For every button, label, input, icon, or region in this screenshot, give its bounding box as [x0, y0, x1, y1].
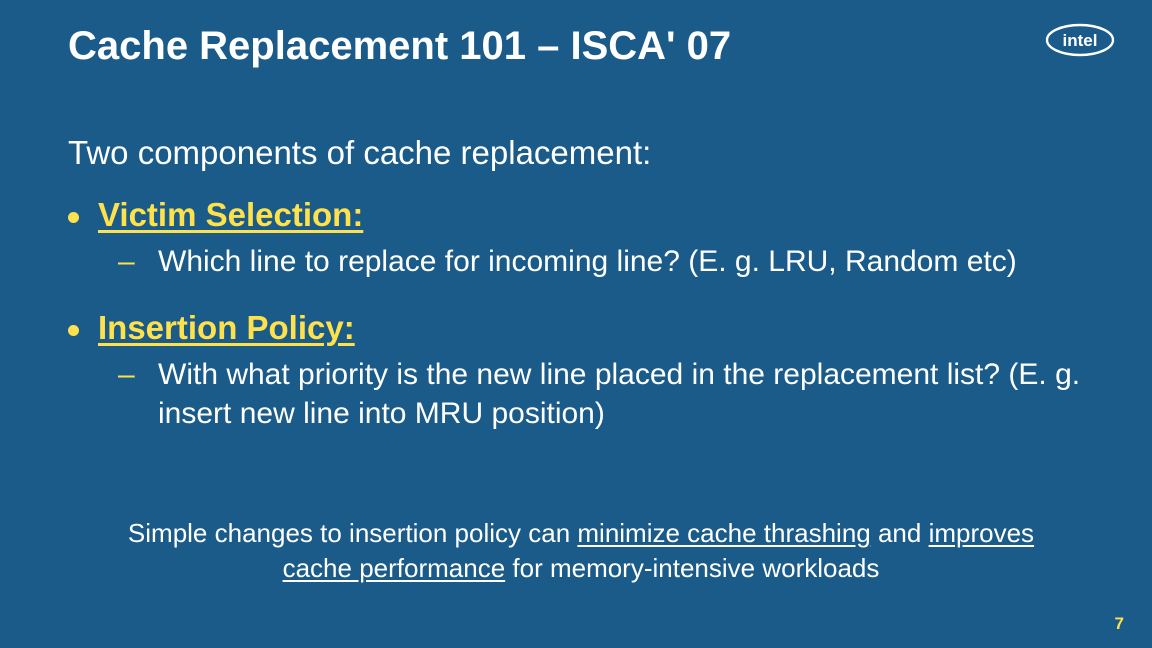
slide: Cache Replacement 101 – ISCA' 07 intel T… [0, 0, 1152, 648]
sub-bullet: Which line to replace for incoming line?… [118, 242, 1102, 281]
sub-bullet: With what priority is the new line place… [118, 355, 1102, 433]
body-content: Victim Selection: Which line to replace … [68, 196, 1102, 461]
bullet-heading: Victim Selection: [98, 196, 363, 233]
summary-mid: and [871, 518, 929, 548]
summary-underline-1: minimize cache thrashing [577, 518, 870, 548]
page-number: 7 [1115, 614, 1124, 634]
intro-text: Two components of cache replacement: [68, 134, 1084, 172]
summary-text: Simple changes to insertion policy can m… [120, 516, 1042, 586]
slide-title: Cache Replacement 101 – ISCA' 07 [68, 24, 731, 69]
bullet-victim-selection: Victim Selection: Which line to replace … [68, 196, 1102, 281]
summary-pre: Simple changes to insertion policy can [128, 518, 577, 548]
bullet-insertion-policy: Insertion Policy: With what priority is … [68, 309, 1102, 433]
intel-logo: intel [1044, 22, 1116, 63]
summary-post: for memory-intensive workloads [505, 553, 879, 583]
bullet-heading: Insertion Policy: [98, 309, 355, 346]
svg-text:intel: intel [1063, 31, 1098, 50]
